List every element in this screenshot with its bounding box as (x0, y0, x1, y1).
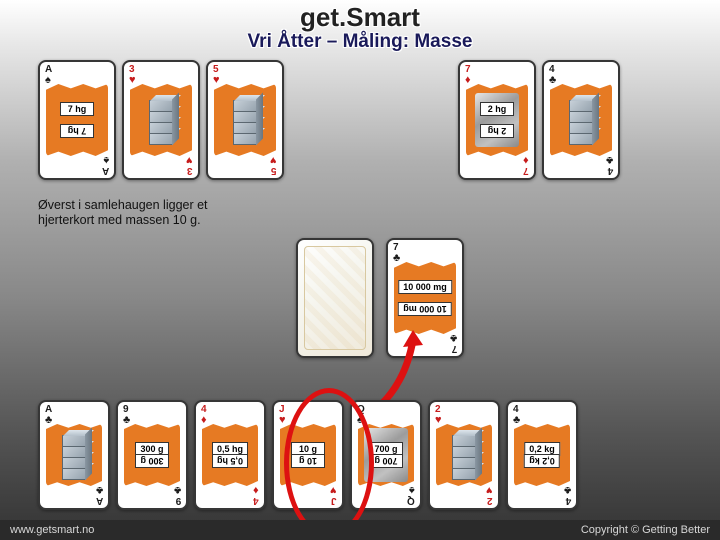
footer-copyright: Copyright © Getting Better (581, 524, 710, 536)
card-rank-top: Q♠ (357, 405, 365, 426)
card-rank-top: 4♣ (549, 65, 556, 86)
card-rank-top: J♥ (279, 405, 286, 426)
playing-card[interactable]: 4♣4♣0,2 kg0,2 kg (506, 400, 578, 510)
playing-card[interactable]: J♥J♥10 g10 g (272, 400, 344, 510)
footer-bar: www.getsmart.no Copyright © Getting Bett… (0, 520, 720, 540)
card-rank-bottom: 3♥ (186, 154, 193, 175)
playing-card[interactable]: 7♦ 7♦ 2 hg 2 hg (458, 60, 536, 180)
playing-card[interactable]: 4♦4♦0,5 hg0,5 hg (194, 400, 266, 510)
card-rank-top: A♣ (45, 405, 52, 426)
footer-url: www.getsmart.no (10, 524, 94, 536)
card-value-bottom: 700 g (369, 454, 403, 468)
card-rank-bottom: 2♥ (486, 484, 493, 505)
card-value-top: 7 hg (60, 102, 94, 116)
explanation-text: Øverst i samlehaugen ligger et hjerterko… (38, 198, 258, 228)
card-rank-bottom: A♣ (96, 484, 103, 505)
cube-stack-icon (141, 95, 181, 145)
card-value-bottom: 0,5 hg (212, 454, 248, 468)
card-rank-top: 7♦ (465, 65, 471, 86)
card-value-bottom: 0,2 kg (524, 454, 560, 468)
card-rank-bottom: A♠ (102, 154, 109, 175)
empty-slot (374, 60, 452, 180)
card-rank-top: 4♦ (201, 405, 207, 426)
card-back[interactable] (296, 238, 374, 358)
card-rank-bottom: 5♥ (270, 154, 277, 175)
playing-card[interactable]: A♣ A♣ (38, 400, 110, 510)
playing-card[interactable]: 7♣ 7♣ 10 000 mg 10 000 mg (386, 238, 464, 358)
card-rank-bottom: 4♦ (253, 484, 259, 505)
card-value-bottom: 300 g (135, 454, 169, 468)
playing-card[interactable]: 4♣ 4♣ (542, 60, 620, 180)
cube-stack-icon (444, 430, 484, 480)
card-value-bottom: 7 hg (60, 124, 94, 138)
card-rank-top: A♠ (45, 65, 52, 86)
app-title: get.Smart (0, 0, 720, 33)
cube-stack-icon (225, 95, 265, 145)
playing-card[interactable]: 2♥ 2♥ (428, 400, 500, 510)
card-rank-bottom: 7♦ (523, 154, 529, 175)
row-top: A♠ A♠ 7 hg 7 hg 3♥ 3♥ 5♥ 5♥ 7♦ 7♦ 2 hg 2 hg 4♣ 4♣ (38, 60, 620, 180)
empty-slot (290, 60, 368, 180)
card-rank-bottom: 4♣ (606, 154, 613, 175)
playing-card[interactable]: 9♣9♣300 g300 g (116, 400, 188, 510)
app-subtitle: Vri Åtter – Måling: Masse (0, 31, 720, 53)
card-rank-bottom: 9♣ (174, 484, 181, 505)
card-rank-top: 7♣ (393, 243, 400, 264)
card-value-bottom: 10 g (291, 454, 325, 468)
playing-card[interactable]: A♠ A♠ 7 hg 7 hg (38, 60, 116, 180)
card-value-top: 2 hg (480, 102, 514, 116)
card-value-bottom: 10 000 mg (398, 302, 452, 316)
playing-card[interactable]: 3♥ 3♥ (122, 60, 200, 180)
playing-card[interactable]: 5♥ 5♥ (206, 60, 284, 180)
card-rank-top: 4♣ (513, 405, 520, 426)
card-rank-bottom: J♥ (330, 484, 337, 505)
row-bot: A♣A♣9♣9♣300 g300 g4♦4♦0,5 hg0,5 hgJ♥J♥10… (38, 400, 578, 510)
cube-stack-icon (54, 430, 94, 480)
card-rank-bottom: Q♠ (407, 484, 415, 505)
card-value-top: 10 000 mg (398, 280, 452, 294)
cube-stack-icon (561, 95, 601, 145)
card-rank-top: 2♥ (435, 405, 442, 426)
card-rank-bottom: 7♣ (450, 332, 457, 353)
card-value-bottom: 2 hg (480, 124, 514, 138)
row-mid: 7♣ 7♣ 10 000 mg 10 000 mg (296, 238, 464, 358)
card-rank-top: 3♥ (129, 65, 136, 86)
card-rank-top: 9♣ (123, 405, 130, 426)
card-rank-top: 5♥ (213, 65, 220, 86)
card-rank-bottom: 4♣ (564, 484, 571, 505)
playing-card[interactable]: Q♠Q♠700 g700 g (350, 400, 422, 510)
